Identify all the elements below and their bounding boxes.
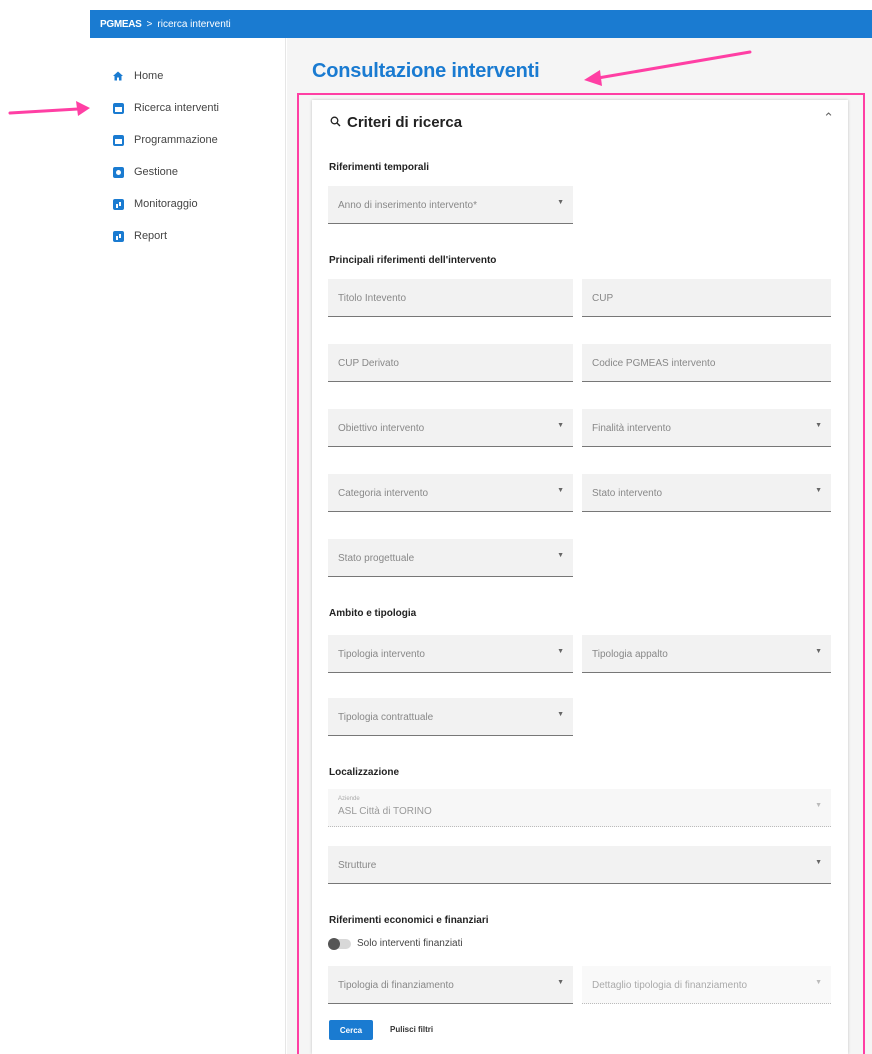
obiettivo-intervento-select[interactable]: Obiettivo intervento ▼ xyxy=(328,409,573,447)
field-label: CUP xyxy=(592,293,614,304)
cup-derivato-input[interactable]: CUP Derivato xyxy=(328,344,573,382)
sidebar-item-monitoraggio[interactable]: Monitoraggio xyxy=(112,188,285,220)
field-label: Aziende xyxy=(338,796,360,802)
field-label: Finalità intervento xyxy=(592,423,671,434)
chart-icon xyxy=(112,230,124,242)
toggle-label: Solo interventi finanziati xyxy=(357,938,463,949)
field-label: Tipologia di finanziamento xyxy=(338,980,454,991)
breadcrumb-app[interactable]: PGMEAS xyxy=(100,19,142,30)
caret-down-icon: ▼ xyxy=(557,648,564,655)
tipologia-contrattuale-select[interactable]: Tipologia contrattuale ▼ xyxy=(328,698,573,736)
caret-down-icon: ▼ xyxy=(557,487,564,494)
annotation-arrow-title xyxy=(584,50,752,86)
tipologia-intervento-select[interactable]: Tipologia intervento ▼ xyxy=(328,635,573,673)
cup-input[interactable]: CUP xyxy=(582,279,831,317)
sidebar: Home Ricerca interventi Programmazione G… xyxy=(90,38,286,1054)
home-icon xyxy=(112,70,124,82)
finanziati-toggle-row: Solo interventi finanziati xyxy=(328,937,463,950)
stato-intervento-select[interactable]: Stato intervento ▼ xyxy=(582,474,831,512)
sidebar-item-label: Ricerca interventi xyxy=(134,102,219,114)
field-label: CUP Derivato xyxy=(338,358,399,369)
finanziati-toggle[interactable] xyxy=(328,937,351,950)
caret-down-icon: ▼ xyxy=(557,979,564,986)
sidebar-item-label: Home xyxy=(134,70,164,82)
breadcrumb-page: ricerca interventi xyxy=(157,18,231,30)
sidebar-item-programmazione[interactable]: Programmazione xyxy=(112,124,285,156)
strutture-select[interactable]: Strutture ▼ xyxy=(328,846,831,884)
calendar-icon xyxy=(112,102,124,114)
sidebar-item-label: Programmazione xyxy=(134,134,218,146)
sidebar-item-gestione[interactable]: Gestione xyxy=(112,156,285,188)
page: PGMEAS > ricerca interventi Home Ricerca… xyxy=(0,0,872,1054)
field-label: Tipologia contrattuale xyxy=(338,712,434,723)
aziende-select[interactable]: Aziende ASL Città di TORINO ▼ xyxy=(328,789,831,827)
tipologia-appalto-select[interactable]: Tipologia appalto ▼ xyxy=(582,635,831,673)
section-riferimenti-economici: Riferimenti economici e finanziari xyxy=(329,915,489,926)
caret-down-icon: ▼ xyxy=(815,487,822,494)
caret-down-icon: ▼ xyxy=(815,802,822,809)
categoria-intervento-select[interactable]: Categoria intervento ▼ xyxy=(328,474,573,512)
stato-progettuale-select[interactable]: Stato progettuale ▼ xyxy=(328,539,573,577)
page-title: Consultazione interventi xyxy=(312,60,540,82)
field-label: Tipologia intervento xyxy=(338,649,425,660)
breadcrumb-separator: > xyxy=(146,18,153,30)
section-principali-riferimenti: Principali riferimenti dell'intervento xyxy=(329,255,497,266)
finalita-intervento-select[interactable]: Finalità intervento ▼ xyxy=(582,409,831,447)
field-label: Tipologia appalto xyxy=(592,649,668,660)
field-label: Anno di inserimento intervento* xyxy=(338,200,477,211)
annotation-arrow-left xyxy=(8,101,90,116)
sidebar-item-label: Gestione xyxy=(134,166,179,178)
field-label: Dettaglio tipologia di finanziamento xyxy=(592,980,748,991)
section-ambito-tipologia: Ambito e tipologia xyxy=(329,608,417,619)
field-label: Strutture xyxy=(338,860,377,871)
section-localizzazione: Localizzazione xyxy=(329,767,400,778)
sidebar-item-ricerca-interventi[interactable]: Ricerca interventi xyxy=(112,92,285,124)
calendar-icon xyxy=(112,134,124,146)
caret-down-icon: ▼ xyxy=(557,552,564,559)
field-label: Titolo Intevento xyxy=(338,293,407,304)
titolo-intervento-input[interactable]: Titolo Intevento xyxy=(328,279,573,317)
caret-down-icon: ▼ xyxy=(557,422,564,429)
caret-down-icon: ▼ xyxy=(815,859,822,866)
card-title: Criteri di ricerca xyxy=(347,114,463,131)
sidebar-item-report[interactable]: Report xyxy=(112,220,285,252)
breadcrumb: PGMEAS > ricerca interventi xyxy=(90,10,872,38)
chart-icon xyxy=(112,198,124,210)
field-label: Stato progettuale xyxy=(338,553,415,564)
sidebar-item-label: Monitoraggio xyxy=(134,198,198,210)
search-icon xyxy=(330,116,341,130)
caret-down-icon: ▼ xyxy=(815,979,822,986)
field-label: Categoria intervento xyxy=(338,488,429,499)
caret-down-icon: ▼ xyxy=(815,422,822,429)
field-label: Stato intervento xyxy=(592,488,663,499)
field-label: Codice PGMEAS intervento xyxy=(592,358,716,369)
caret-down-icon: ▼ xyxy=(815,648,822,655)
chevron-up-icon[interactable]: ⌃ xyxy=(823,110,834,126)
clear-filters-button[interactable]: Pulisci filtri xyxy=(390,1025,433,1034)
dettaglio-finanziamento-select[interactable]: Dettaglio tipologia di finanziamento ▼ xyxy=(582,966,831,1004)
gear-icon xyxy=(112,166,124,178)
codice-pgmeas-input[interactable]: Codice PGMEAS intervento xyxy=(582,344,831,382)
tipologia-finanziamento-select[interactable]: Tipologia di finanziamento ▼ xyxy=(328,966,573,1004)
sidebar-item-label: Report xyxy=(134,230,168,242)
field-value: ASL Città di TORINO xyxy=(338,806,432,817)
anno-inserimento-select[interactable]: Anno di inserimento intervento* ▼ xyxy=(328,186,573,224)
caret-down-icon: ▼ xyxy=(557,199,564,206)
caret-down-icon: ▼ xyxy=(557,711,564,718)
sidebar-item-home[interactable]: Home xyxy=(112,60,285,92)
section-riferimenti-temporali: Riferimenti temporali xyxy=(329,162,430,173)
card-header[interactable]: Criteri di ricerca xyxy=(330,114,462,131)
search-button[interactable]: Cerca xyxy=(329,1020,373,1040)
search-criteria-card: Criteri di ricerca ⌃ Riferimenti tempora… xyxy=(312,100,848,1054)
field-label: Obiettivo intervento xyxy=(338,423,425,434)
